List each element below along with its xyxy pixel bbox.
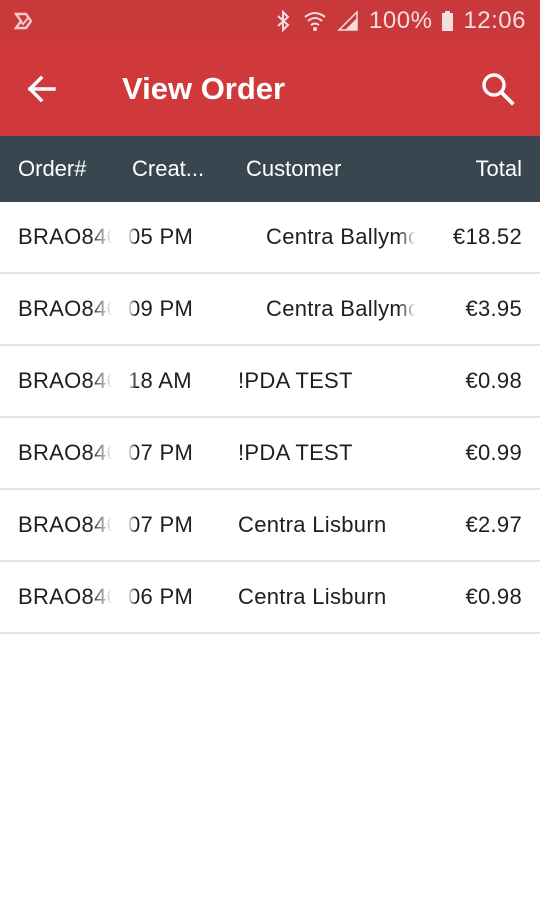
- status-bar: 100% 12:06: [0, 0, 540, 42]
- order-number: BRAO840: [18, 562, 112, 632]
- order-number: BRAO840: [18, 490, 112, 560]
- status-icons: 100% 12:06: [273, 0, 526, 42]
- order-number: BRAO840: [18, 346, 112, 416]
- created-time: 06 PM: [128, 562, 224, 632]
- customer-name: !PDA TEST: [238, 346, 416, 416]
- clock: 12:06: [463, 7, 526, 34]
- created-time: 18 AM: [128, 346, 224, 416]
- order-total: €0.99: [465, 440, 522, 465]
- battery-percentage: 100%: [369, 7, 433, 34]
- column-header-order[interactable]: Order#: [18, 136, 86, 202]
- order-total: €2.97: [465, 512, 522, 537]
- order-total: €18.52: [452, 224, 522, 249]
- app-bar: View Order: [0, 42, 540, 136]
- table-row[interactable]: BRAO840 05 PM Centra Ballymoney €18.52: [0, 202, 540, 274]
- created-time: 07 PM: [128, 418, 224, 488]
- column-header-created[interactable]: Creat...: [132, 136, 204, 202]
- back-arrow-icon[interactable]: [20, 67, 64, 111]
- order-total: €0.98: [465, 368, 522, 393]
- app-notification-icon: [14, 12, 33, 30]
- customer-name: Centra Lisburn: [238, 562, 416, 632]
- order-total: €0.98: [465, 584, 522, 609]
- customer-name: Centra Ballymoney: [266, 274, 416, 344]
- column-header-total[interactable]: Total: [476, 136, 522, 202]
- created-time: 05 PM: [128, 202, 224, 272]
- customer-name: Centra Lisburn: [238, 490, 416, 560]
- table-row[interactable]: BRAO840 09 PM Centra Ballymoney €3.95: [0, 274, 540, 346]
- bluetooth-icon: [277, 10, 290, 32]
- orders-list: BRAO840 05 PM Centra Ballymoney €18.52 B…: [0, 202, 540, 634]
- table-header: Order# Creat... Customer Total: [0, 136, 540, 202]
- page-title: View Order: [122, 71, 286, 106]
- signal-icon: [337, 10, 358, 31]
- order-total: €3.95: [465, 296, 522, 321]
- customer-name: Centra Ballymoney: [266, 202, 416, 272]
- table-row[interactable]: BRAO840 07 PM !PDA TEST €0.99: [0, 418, 540, 490]
- order-number: BRAO840: [18, 202, 112, 272]
- table-row[interactable]: BRAO840 06 PM Centra Lisburn €0.98: [0, 562, 540, 634]
- created-time: 09 PM: [128, 274, 224, 344]
- table-row[interactable]: BRAO840 18 AM !PDA TEST €0.98: [0, 346, 540, 418]
- battery-icon: [442, 11, 454, 31]
- customer-name: !PDA TEST: [238, 418, 416, 488]
- column-header-customer[interactable]: Customer: [246, 136, 341, 202]
- search-icon[interactable]: [476, 67, 520, 111]
- order-number: BRAO840: [18, 418, 112, 488]
- table-row[interactable]: BRAO840 07 PM Centra Lisburn €2.97: [0, 490, 540, 562]
- wifi-icon: [304, 12, 326, 31]
- created-time: 07 PM: [128, 490, 224, 560]
- order-number: BRAO840: [18, 274, 112, 344]
